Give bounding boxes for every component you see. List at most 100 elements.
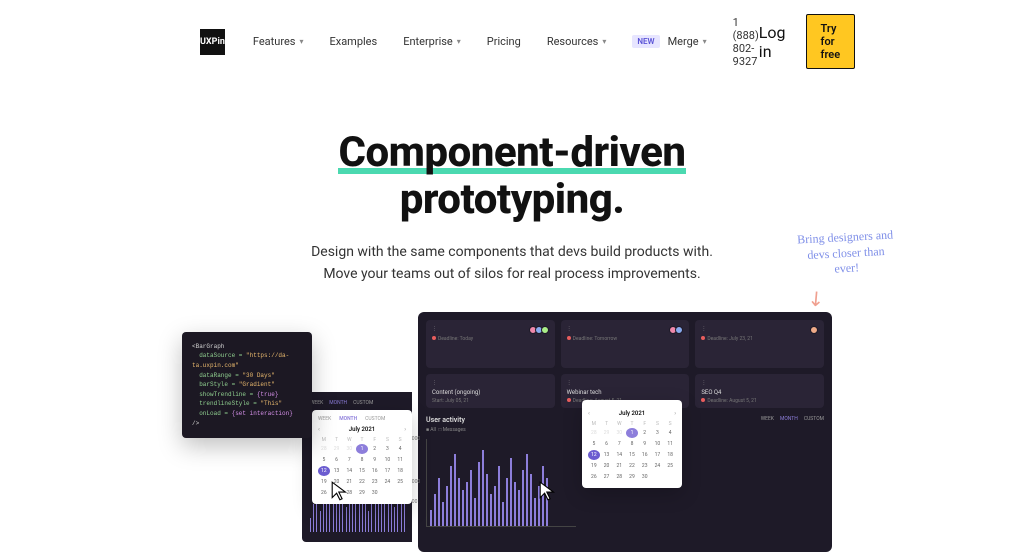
menu-icon[interactable]: ⋮ xyxy=(567,326,572,334)
calendar-day[interactable]: 3 xyxy=(652,428,664,438)
calendar-day[interactable]: 1 xyxy=(626,428,638,438)
menu-icon[interactable]: ⋮ xyxy=(701,326,706,334)
calendar-day[interactable]: 5 xyxy=(588,439,600,449)
calendar-day[interactable]: 27 xyxy=(601,472,613,482)
project-card[interactable]: ⋮ Deadline: Today xyxy=(426,320,555,368)
calendar-day[interactable]: 4 xyxy=(394,444,406,454)
calendar-day[interactable]: 29 xyxy=(331,444,343,454)
calendar-day[interactable]: 13 xyxy=(601,450,613,460)
calendar-day[interactable]: 8 xyxy=(356,455,368,465)
calendar-day[interactable]: 2 xyxy=(639,428,651,438)
tab-custom[interactable]: CUSTOM xyxy=(353,400,373,406)
calendar-day[interactable]: 24 xyxy=(652,461,664,471)
calendar-day[interactable]: 26 xyxy=(318,488,330,498)
calendar-day[interactable]: 30 xyxy=(369,488,381,498)
calendar-day[interactable]: 28 xyxy=(343,488,355,498)
calendar-day[interactable]: 29 xyxy=(601,428,613,438)
tab-custom[interactable]: CUSTOM xyxy=(804,416,824,422)
project-card[interactable]: ⋮ Deadline: Tomorrow xyxy=(561,320,690,368)
chevron-right-icon[interactable]: › xyxy=(404,426,406,433)
calendar-day[interactable]: 27 xyxy=(331,488,343,498)
calendar-day[interactable]: 3 xyxy=(382,444,394,454)
calendar-day[interactable]: 7 xyxy=(613,439,625,449)
calendar-day[interactable]: 26 xyxy=(588,472,600,482)
calendar-day[interactable]: 23 xyxy=(369,477,381,487)
calendar-day[interactable]: 19 xyxy=(588,461,600,471)
calendar-day[interactable]: 18 xyxy=(394,466,406,476)
calendar-day[interactable]: 5 xyxy=(318,455,330,465)
try-free-button[interactable]: Try for free xyxy=(806,14,856,69)
calendar-day[interactable]: 24 xyxy=(382,477,394,487)
calendar-day[interactable]: 15 xyxy=(626,450,638,460)
calendar-day[interactable]: 13 xyxy=(331,466,343,476)
calendar-day[interactable]: 19 xyxy=(318,477,330,487)
project-card[interactable]: ⋮ Deadline: July 23, 21 xyxy=(695,320,824,368)
chevron-right-icon[interactable]: › xyxy=(674,410,676,417)
tab-custom[interactable]: CUSTOM xyxy=(365,416,385,422)
calendar-day[interactable]: 8 xyxy=(626,439,638,449)
calendar-day[interactable]: 20 xyxy=(331,477,343,487)
calendar-day[interactable]: 14 xyxy=(343,466,355,476)
calendar-day[interactable]: 9 xyxy=(369,455,381,465)
calendar-day[interactable]: 28 xyxy=(318,444,330,454)
menu-icon[interactable]: ⋮ xyxy=(701,380,706,386)
menu-icon[interactable]: ⋮ xyxy=(567,380,572,386)
nav-resources[interactable]: Resources▾ xyxy=(547,35,607,48)
calendar-day[interactable]: 21 xyxy=(613,461,625,471)
top-nav: UXPin Features▾ Examples Enterprise▾ Pri… xyxy=(0,0,1024,83)
calendar-day[interactable]: 2 xyxy=(369,444,381,454)
calendar-day[interactable]: 25 xyxy=(664,461,676,471)
nav-examples[interactable]: Examples xyxy=(329,35,377,48)
calendar-day[interactable]: 10 xyxy=(652,439,664,449)
chevron-left-icon[interactable]: ‹ xyxy=(318,426,320,433)
calendar-day[interactable]: 25 xyxy=(394,477,406,487)
calendar-day[interactable]: 11 xyxy=(394,455,406,465)
calendar-day[interactable]: 4 xyxy=(664,428,676,438)
calendar-day[interactable]: 16 xyxy=(639,450,651,460)
calendar-day[interactable]: 11 xyxy=(664,439,676,449)
calendar-day[interactable]: 12 xyxy=(318,466,330,476)
project-card[interactable]: ⋮ Content (ongoing) Start: July 05, 21 xyxy=(426,374,555,408)
calendar-day[interactable]: 6 xyxy=(331,455,343,465)
calendar-day[interactable]: 29 xyxy=(626,472,638,482)
calendar-day[interactable]: 17 xyxy=(382,466,394,476)
calendar-day[interactable]: 9 xyxy=(639,439,651,449)
tab-month[interactable]: MONTH xyxy=(780,416,798,422)
calendar-day[interactable]: 28 xyxy=(613,472,625,482)
chevron-left-icon[interactable]: ‹ xyxy=(588,410,590,417)
calendar-day[interactable]: 14 xyxy=(613,450,625,460)
menu-icon[interactable]: ⋮ xyxy=(432,326,437,334)
calendar-day[interactable]: 18 xyxy=(664,450,676,460)
nav-enterprise[interactable]: Enterprise▾ xyxy=(403,35,461,48)
tab-month[interactable]: MONTH xyxy=(329,400,347,406)
login-link[interactable]: Log in xyxy=(759,23,786,61)
calendar-day[interactable]: 17 xyxy=(652,450,664,460)
calendar-day[interactable]: 22 xyxy=(356,477,368,487)
calendar-day[interactable]: 6 xyxy=(601,439,613,449)
logo[interactable]: UXPin xyxy=(200,29,225,55)
calendar-day[interactable]: 15 xyxy=(356,466,368,476)
calendar-day[interactable]: 23 xyxy=(639,461,651,471)
phone-number[interactable]: 1 (888) 802-9327 xyxy=(733,16,759,68)
nav-merge[interactable]: NEWMerge▾ xyxy=(632,35,706,48)
calendar-day[interactable]: 7 xyxy=(343,455,355,465)
tab-month[interactable]: MONTH xyxy=(339,416,357,422)
calendar-day[interactable]: 1 xyxy=(356,444,368,454)
calendar-day[interactable]: 10 xyxy=(382,455,394,465)
calendar-day[interactable]: 16 xyxy=(369,466,381,476)
nav-features[interactable]: Features▾ xyxy=(253,35,304,48)
tab-week[interactable]: WEEK xyxy=(761,416,774,422)
project-card[interactable]: ⋮ SEO Q4 Deadline: August 5, 21 xyxy=(695,374,824,408)
calendar-day[interactable]: 30 xyxy=(613,428,625,438)
calendar-day[interactable]: 28 xyxy=(588,428,600,438)
menu-icon[interactable]: ⋮ xyxy=(432,380,437,386)
calendar-day[interactable]: 30 xyxy=(343,444,355,454)
calendar-day[interactable]: 12 xyxy=(588,450,600,460)
calendar-day[interactable]: 20 xyxy=(601,461,613,471)
calendar-day[interactable]: 30 xyxy=(639,472,651,482)
calendar-day[interactable]: 22 xyxy=(626,461,638,471)
tab-week[interactable]: WEEK xyxy=(318,416,331,422)
calendar-day[interactable]: 21 xyxy=(343,477,355,487)
nav-pricing[interactable]: Pricing xyxy=(487,35,521,48)
calendar-day[interactable]: 29 xyxy=(356,488,368,498)
